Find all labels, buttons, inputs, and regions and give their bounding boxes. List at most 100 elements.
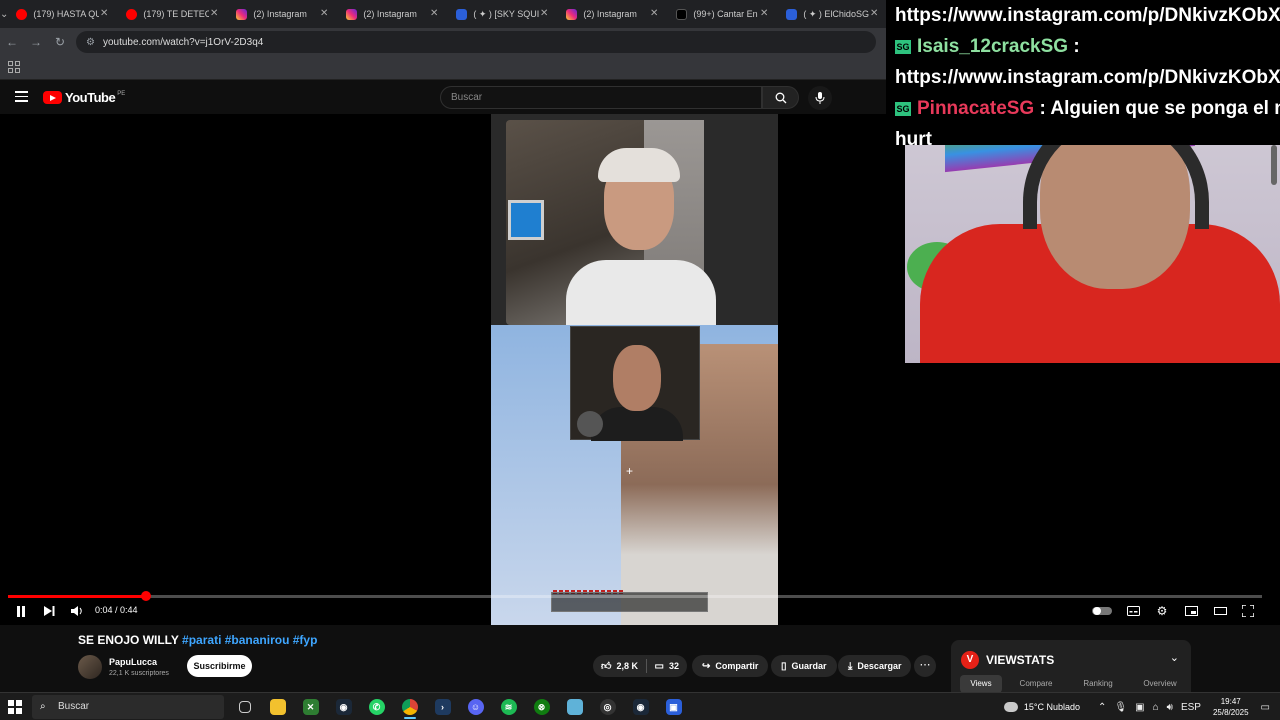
- search-button[interactable]: [762, 86, 799, 109]
- share-label: Compartir: [715, 661, 759, 671]
- spotify-icon[interactable]: ≋: [492, 695, 525, 719]
- notification-icon[interactable]: ▭: [1261, 702, 1270, 713]
- file-explorer-icon[interactable]: [261, 695, 294, 719]
- autoplay-toggle[interactable]: [1091, 602, 1113, 620]
- browser-tab[interactable]: ( ✦ ) ElChidoSG ✕: [778, 0, 888, 28]
- chevron-down-icon[interactable]: ⌄: [1170, 651, 1179, 664]
- taskbar-search[interactable]: ⌕ Buscar: [32, 695, 224, 719]
- video-hashtags[interactable]: #parati #bananirou #fyp: [182, 633, 317, 647]
- search-icon: ⌕: [40, 701, 46, 712]
- apps-grid-icon[interactable]: [8, 61, 20, 73]
- youtube-search-input[interactable]: Buscar: [440, 86, 762, 109]
- youtube-logo[interactable]: YouTube PE: [43, 90, 125, 105]
- tab-views[interactable]: Views: [960, 675, 1002, 693]
- windows-start-icon[interactable]: [8, 700, 22, 714]
- chat-line: SG PinnacateSG : Alguien que se ponga el …: [895, 93, 1280, 124]
- tab-title: (179) HASTA QUE: [33, 9, 100, 19]
- tab-ranking[interactable]: Ranking: [1070, 675, 1126, 693]
- language-indicator[interactable]: ESP: [1181, 702, 1201, 713]
- chevron-up-icon[interactable]: ⌃: [1098, 702, 1106, 713]
- whatsapp-icon[interactable]: ✆: [360, 695, 393, 719]
- forward-arrow-icon[interactable]: →: [24, 35, 48, 49]
- chat-line: https://www.instagram.com/p/DNkivzKObXe: [895, 5, 1280, 26]
- tab-search-chevron-icon[interactable]: ⌄: [0, 0, 8, 28]
- close-tab-icon[interactable]: ✕: [870, 8, 878, 19]
- country-code: PE: [117, 90, 126, 97]
- steam-icon[interactable]: ◉: [327, 695, 360, 719]
- tab-compare[interactable]: Compare: [1008, 675, 1064, 693]
- steam-secondary-icon[interactable]: ◉: [624, 695, 657, 719]
- menu-hamburger-icon[interactable]: [15, 91, 28, 105]
- chrome-icon[interactable]: [393, 695, 426, 719]
- close-tab-icon[interactable]: ✕: [650, 8, 658, 19]
- next-button[interactable]: [39, 602, 59, 620]
- close-tab-icon[interactable]: ✕: [100, 8, 108, 19]
- share-button[interactable]: ↪ Compartir: [692, 655, 769, 677]
- clock-date: 25/8/2025: [1212, 708, 1249, 717]
- close-tab-icon[interactable]: ✕: [430, 8, 438, 19]
- browser-tab[interactable]: (2) Instagram ✕: [228, 0, 338, 28]
- download-label: Descargar: [857, 661, 902, 671]
- browser-tab[interactable]: (179) HASTA QUE✕: [8, 0, 118, 28]
- bookmarks-bar: [0, 56, 886, 80]
- clock[interactable]: 19:47 25/8/2025: [1213, 696, 1249, 718]
- close-tab-icon[interactable]: ✕: [210, 8, 218, 19]
- close-tab-icon[interactable]: ✕: [540, 8, 548, 19]
- chat-scrollbar[interactable]: [1271, 145, 1277, 185]
- channel-name[interactable]: PapuLucca: [109, 657, 157, 667]
- back-arrow-icon[interactable]: ←: [0, 35, 24, 49]
- roblox-studio-icon[interactable]: ▣: [657, 695, 690, 719]
- display-tray-icon[interactable]: ▣: [1135, 702, 1144, 713]
- close-tab-icon[interactable]: ✕: [760, 8, 768, 19]
- theater-mode-button[interactable]: [1210, 602, 1230, 620]
- subscribe-button[interactable]: Suscribirme: [187, 655, 252, 677]
- voice-search-button[interactable]: [808, 86, 832, 110]
- speaker-icon[interactable]: 🔊︎: [1167, 702, 1173, 713]
- taskbar-search-label: Buscar: [58, 701, 90, 712]
- progress-bar[interactable]: [8, 591, 1262, 601]
- network-icon[interactable]: ⌂: [1153, 702, 1159, 713]
- browser-tab[interactable]: (179) TE DETECTA✕: [118, 0, 228, 28]
- download-button[interactable]: ⤓ Descargar: [838, 655, 912, 677]
- site-info-icon[interactable]: ⚙: [86, 37, 95, 48]
- browser-tab[interactable]: (99+) Cantar En Li✕: [668, 0, 778, 28]
- save-button[interactable]: ▯ Guardar: [771, 655, 837, 677]
- youtube-logo-text: YouTube: [65, 90, 116, 105]
- xbox-icon[interactable]: ⊗: [525, 695, 558, 719]
- dislike-button[interactable]: ▭ 32: [647, 655, 687, 677]
- chat-line: hurt: [895, 129, 932, 145]
- youtube-icon: [16, 8, 28, 20]
- microphone-tray-icon[interactable]: 🎙︎: [1114, 702, 1127, 713]
- discord-icon[interactable]: ☺: [459, 695, 492, 719]
- time-display: 0:04 / 0:44: [95, 605, 138, 615]
- youtube-icon: [126, 8, 138, 20]
- task-view-icon[interactable]: [228, 695, 261, 719]
- volume-button[interactable]: [67, 602, 87, 620]
- system-tray: 15°C Nublado ⌃ 🎙︎ ▣ ⌂ 🔊︎ ESP 19:47 25/8/…: [1003, 693, 1280, 720]
- channel-avatar[interactable]: [78, 655, 102, 679]
- chat-message: : Alguien que se ponga el ne: [1034, 98, 1280, 119]
- video-title-text: SE ENOJO WILLY: [78, 633, 179, 647]
- close-tab-icon[interactable]: ✕: [320, 8, 328, 19]
- notepad-icon[interactable]: [558, 695, 591, 719]
- like-button[interactable]: 👍︎ 2,8 K: [593, 655, 646, 677]
- screen: ⌄ (179) HASTA QUE✕(179) TE DETECTA✕(2) I…: [0, 0, 1280, 720]
- tab-overview[interactable]: Overview: [1132, 675, 1188, 693]
- reload-icon[interactable]: ↻: [48, 35, 72, 49]
- browser-tab[interactable]: ( ✦ ) [SKY SQUID ✕: [448, 0, 558, 28]
- weather-widget[interactable]: 15°C Nublado: [1003, 702, 1080, 712]
- subtitles-button[interactable]: [1123, 602, 1143, 620]
- address-bar[interactable]: ⚙ youtube.com/watch?v=j1OrV-2D3q4: [76, 31, 876, 53]
- browser-tab[interactable]: (2) Instagram ✕: [558, 0, 668, 28]
- browser-tab[interactable]: (2) Instagram ✕: [338, 0, 448, 28]
- minecraft-launcher-icon[interactable]: ✕: [294, 695, 327, 719]
- pause-button[interactable]: [11, 602, 31, 620]
- more-actions-icon[interactable]: ⋯: [914, 655, 936, 677]
- tab-title: (99+) Cantar En Li: [693, 9, 759, 19]
- terminal-icon[interactable]: ›: [426, 695, 459, 719]
- obs-icon[interactable]: ◎: [591, 695, 624, 719]
- miniplayer-button[interactable]: [1181, 602, 1201, 620]
- fullscreen-button[interactable]: [1238, 602, 1258, 620]
- settings-button[interactable]: ⚙: [1152, 602, 1172, 620]
- save-label: Guardar: [791, 661, 827, 671]
